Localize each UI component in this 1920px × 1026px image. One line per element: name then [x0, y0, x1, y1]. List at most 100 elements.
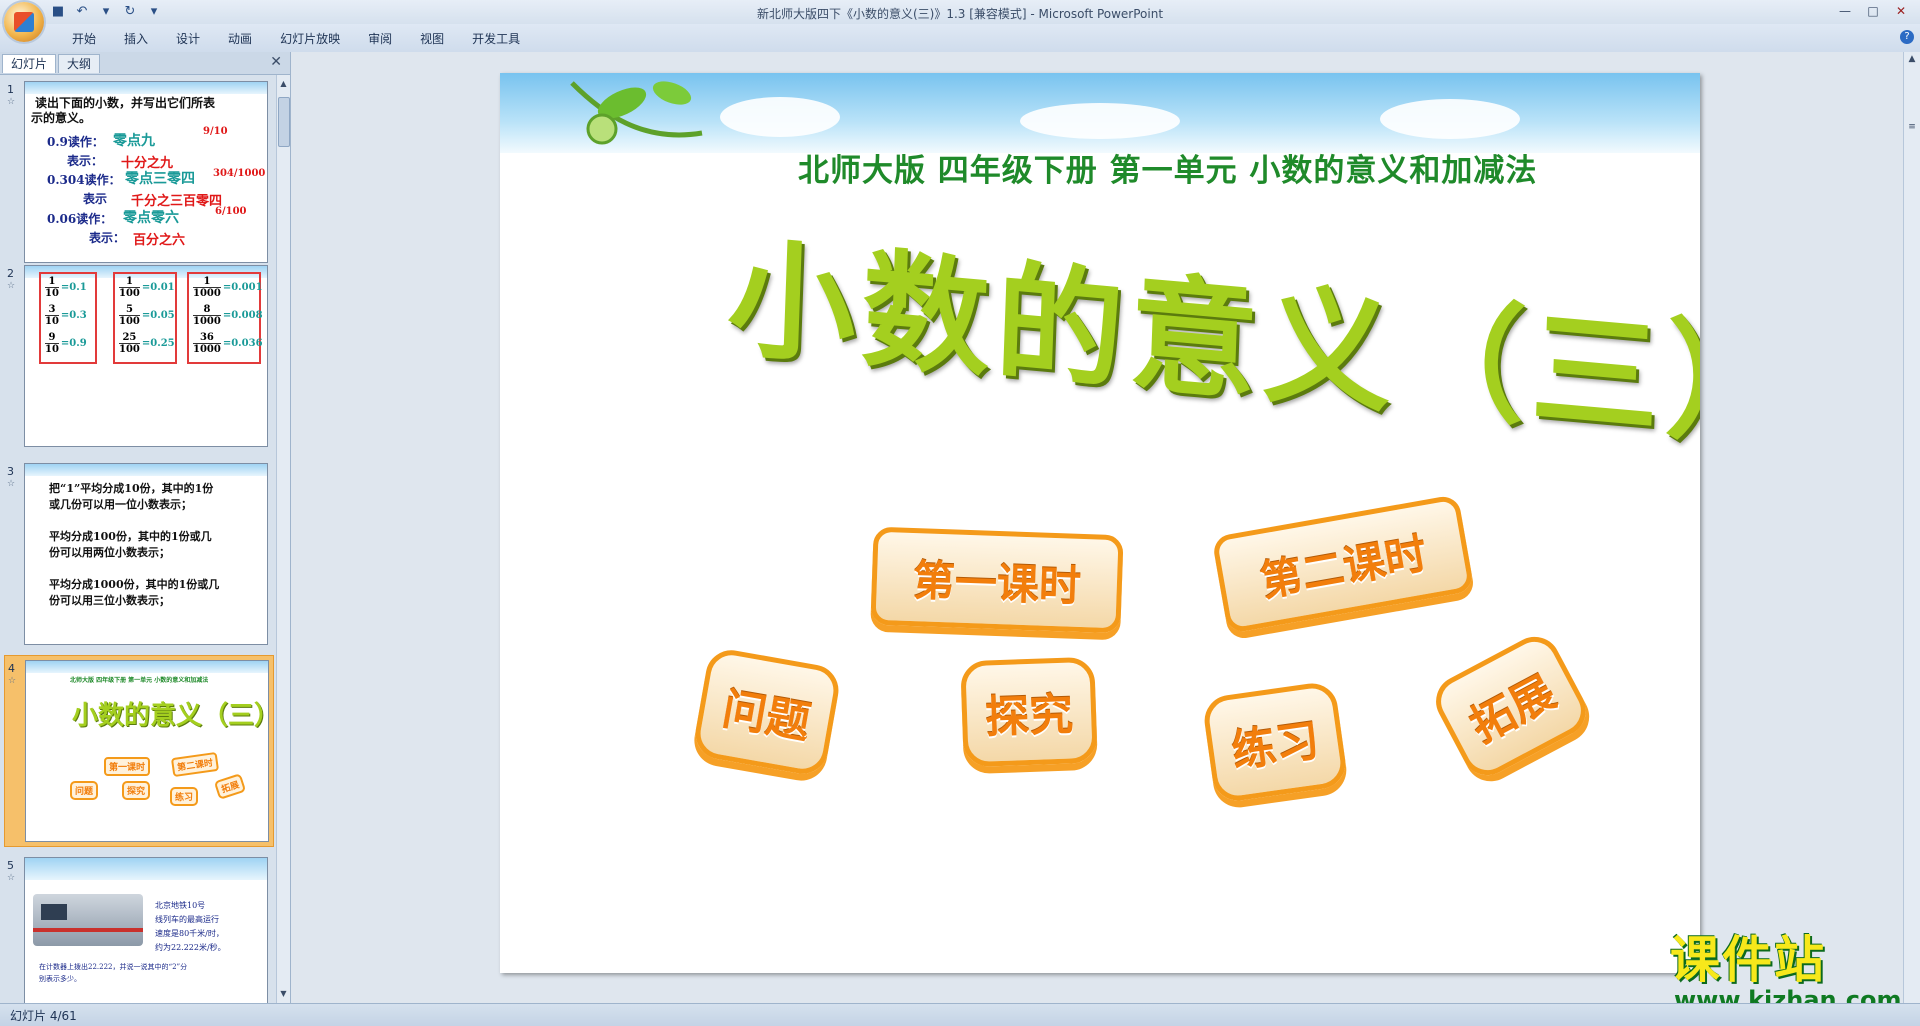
- thumbnail-slide-1[interactable]: 1 ☆ 读出下面的小数，并写出它们所表 示的意义。 0.9读作： 零点九 9/1…: [4, 77, 272, 263]
- question-button[interactable]: 问题: [691, 646, 843, 778]
- slide-number: 4: [8, 662, 15, 675]
- thumb-text: 零点九: [113, 133, 155, 149]
- thumb-text: 份可以用两位小数表示；: [49, 546, 170, 559]
- maximize-button[interactable]: □: [1860, 2, 1886, 20]
- fraction-item: 3 10 =0.3: [45, 304, 87, 327]
- snail-vine-decoration: [570, 81, 703, 145]
- thumbnail-slide-4[interactable]: 4 ☆ 北师大版 四年级下册 第一单元 小数的意义和加减法 小数的意义（三） 第…: [4, 655, 274, 847]
- thumb-text: 约为22.222米/秒。: [155, 943, 226, 952]
- editor-scrollbar[interactable]: ▲ ≡: [1903, 52, 1920, 1003]
- office-button[interactable]: [4, 2, 44, 42]
- scroll-up-icon[interactable]: ▲: [277, 77, 290, 91]
- tab-design[interactable]: 设计: [162, 30, 214, 48]
- thumbnail-list: 1 ☆ 读出下面的小数，并写出它们所表 示的意义。 0.9读作： 零点九 9/1…: [0, 75, 276, 1003]
- animation-star-icon: ☆: [7, 873, 16, 883]
- thumb-text: 小数的意义（三）: [72, 701, 269, 731]
- tab-insert[interactable]: 插入: [110, 30, 162, 48]
- office-logo-icon: [14, 12, 34, 32]
- thumb-text: 表示：: [89, 231, 126, 245]
- subway-train-image: [33, 894, 143, 946]
- tab-outline[interactable]: 大纲: [58, 54, 101, 73]
- tab-developer[interactable]: 开发工具: [458, 30, 534, 48]
- thumb-text: 北京地铁10号: [155, 901, 206, 910]
- thumb-badge: 问题: [70, 781, 99, 800]
- help-icon[interactable]: ?: [1900, 30, 1914, 44]
- explore-button[interactable]: 探究: [960, 656, 1098, 768]
- lesson1-button[interactable]: 第一课时: [870, 526, 1124, 634]
- thumbnail-canvas: 北京地铁10号 线列车的最高运行 速度是80千米/时， 约为22.222米/秒。…: [24, 857, 268, 1003]
- slide-number: 3: [7, 465, 14, 478]
- watermark-main: 课件站: [1670, 931, 1826, 989]
- slide-number: 2: [7, 267, 14, 280]
- tab-animations[interactable]: 动画: [214, 30, 266, 48]
- thumb-text: 线列车的最高运行: [155, 915, 219, 924]
- animation-star-icon: ☆: [7, 479, 16, 489]
- thumb-text: 把“1”平均分成10份，其中的1份: [49, 482, 214, 495]
- slides-pane: 幻灯片 大纲 ✕ 1 ☆ 读出下面的小数，并写出它们所表 示的意义。 0.9读作…: [0, 52, 291, 1003]
- slide-number: 1: [7, 83, 14, 96]
- window-controls: — □ ✕: [1832, 2, 1914, 20]
- slide-subtitle: 北师大版 四年级下册 第一单元 小数的意义和加减法: [798, 153, 1538, 189]
- thumbnail-canvas: 1 10 =0.1 3 10 =0.3 9 10 =0.9 1 100 =0.01 5 100 =0.05 2…: [24, 265, 268, 447]
- fraction-item: 25 100 =0.25: [119, 332, 175, 355]
- tab-slides[interactable]: 幻灯片: [2, 54, 57, 73]
- scroll-down-icon[interactable]: ▼: [277, 987, 290, 1001]
- thumb-text: 表示: [83, 192, 108, 206]
- fraction-item: 5 100 =0.05: [119, 304, 175, 327]
- thumb-text: 百分之六: [133, 233, 186, 248]
- thumb-text: 0.304读作：: [47, 173, 121, 187]
- thumb-text: 0.06读作：: [47, 212, 113, 226]
- thumb-badge: 探究: [122, 781, 151, 800]
- watermark-logo: 课件站 www.kjzhan.com: [1670, 920, 1901, 1014]
- fraction-item: 1 10 =0.1: [45, 276, 87, 299]
- thumbnail-slide-5[interactable]: 5 ☆ 北京地铁10号 线列车的最高运行 速度是80千米/时， 约为22.222…: [4, 853, 272, 1003]
- thumb-text: 304/1000: [213, 168, 266, 179]
- fraction-item: 8 1000 =0.008: [193, 304, 263, 327]
- thumb-text: 别表示多少。: [39, 975, 81, 983]
- thumb-text: 零点三零四: [125, 171, 195, 187]
- tab-review[interactable]: 审阅: [354, 30, 406, 48]
- thumb-badge: 拓展: [213, 773, 247, 800]
- scroll-up-icon[interactable]: ▲: [1905, 54, 1919, 68]
- thumb-text: 0.9读作：: [47, 135, 104, 149]
- thumb-badge: 第二课时: [170, 751, 220, 778]
- thumb-text: 表示：: [67, 154, 104, 168]
- fraction-item: 1 100 =0.01: [119, 276, 175, 299]
- minimize-button[interactable]: —: [1832, 2, 1858, 20]
- ribbon: 开始 插入 设计 动画 幻灯片放映 审阅 视图 开发工具 ?: [0, 24, 1920, 53]
- close-button[interactable]: ✕: [1888, 2, 1914, 20]
- thumbnail-canvas: 把“1”平均分成10份，其中的1份 或几份可以用一位小数表示； 平均分成100份…: [24, 463, 268, 645]
- status-bar: 幻灯片 4/61: [0, 1003, 1920, 1026]
- tab-home[interactable]: 开始: [58, 30, 110, 48]
- lesson2-button[interactable]: 第二课时: [1211, 494, 1475, 634]
- animation-star-icon: ☆: [7, 281, 16, 291]
- thumb-badge: 第一课时: [104, 757, 151, 776]
- thumbnail-slide-3[interactable]: 3 ☆ 把“1”平均分成10份，其中的1份 或几份可以用一位小数表示； 平均分成…: [4, 459, 272, 645]
- fraction-item: 1 1000 =0.001: [193, 276, 263, 299]
- thumbnail-slide-2[interactable]: 2 ☆ 1 10 =0.1 3 10 =0.3 9 10 =0.9 1 100 =0.01 5 100 =0…: [4, 261, 272, 447]
- thumb-text: 零点零六: [123, 210, 179, 226]
- thumbnail-canvas: 北师大版 四年级下册 第一单元 小数的意义和加减法 小数的意义（三） 第一课时 …: [25, 660, 269, 842]
- scrollbar-thumb[interactable]: [278, 97, 290, 147]
- thumb-text: 在计数器上拨出22.222，并说一说其中的“2”分: [39, 963, 188, 971]
- extend-button[interactable]: 拓展: [1426, 627, 1596, 785]
- slide-number: 5: [7, 859, 14, 872]
- pane-close-icon[interactable]: ✕: [270, 54, 282, 70]
- practice-button[interactable]: 练习: [1201, 680, 1349, 804]
- tab-slideshow[interactable]: 幻灯片放映: [266, 30, 354, 48]
- fraction-item: 9 10 =0.9: [45, 332, 87, 355]
- tab-view[interactable]: 视图: [406, 30, 458, 48]
- thumb-text: 6/100: [215, 206, 247, 217]
- current-slide[interactable]: 北师大版 四年级下册 第一单元 小数的意义和加减法 小数的意义（三） 第一课时 …: [500, 73, 1700, 973]
- thumbnail-scrollbar[interactable]: ▲ ▼: [276, 75, 290, 1003]
- animation-star-icon: ☆: [7, 97, 16, 107]
- thumb-text: 平均分成100份，其中的1份或几: [49, 530, 212, 543]
- thumb-text: 9/10: [203, 126, 228, 137]
- thumbnail-canvas: 读出下面的小数，并写出它们所表 示的意义。 0.9读作： 零点九 9/10 表示…: [24, 81, 268, 263]
- thumb-text: 北师大版 四年级下册 第一单元 小数的意义和加减法: [70, 677, 209, 684]
- thumb-badge: 练习: [170, 787, 199, 806]
- thumb-text: 示的意义。: [31, 111, 92, 125]
- animation-star-icon: ☆: [8, 676, 17, 686]
- ribbon-tabs: 开始 插入 设计 动画 幻灯片放映 审阅 视图 开发工具: [58, 30, 534, 48]
- scroll-handle-icon[interactable]: ≡: [1905, 122, 1919, 136]
